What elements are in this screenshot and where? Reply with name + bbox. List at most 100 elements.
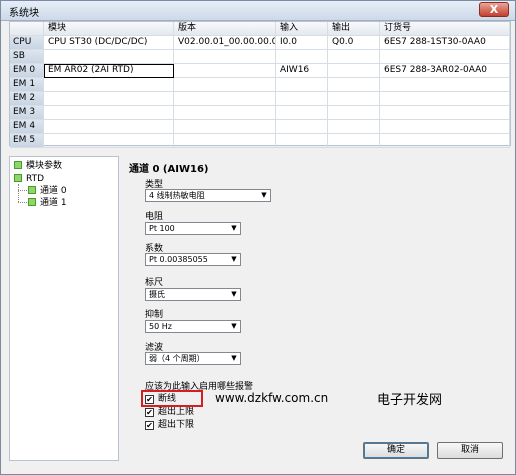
table-cell[interactable]	[328, 106, 380, 120]
table-cell[interactable]: AIW16	[276, 64, 328, 78]
chevron-down-icon: ▼	[231, 290, 237, 298]
rtd-icon	[14, 174, 22, 182]
scale-select[interactable]: 摄氏 ▼	[145, 288, 241, 301]
channel-icon	[28, 198, 36, 206]
table-cell[interactable]	[276, 134, 328, 148]
checkbox-check-icon: ✔	[145, 408, 154, 417]
module-table: 模块 版本 输入 输出 订货号 CPU CPU ST30 (DC/DC/DC) V02.00.…	[9, 21, 511, 148]
window-title: 系统块	[9, 8, 39, 19]
table-row[interactable]: EM 1	[10, 78, 510, 92]
rejection-label: 抑制	[145, 310, 164, 320]
scale-label: 标尺	[145, 278, 164, 288]
slot-label: EM 0	[10, 64, 44, 78]
table-cell[interactable]	[276, 120, 328, 134]
rejection-select[interactable]: 50 Hz ▼	[145, 320, 241, 333]
tree-item-channel-0[interactable]: 通道 0	[28, 185, 67, 197]
table-header-row: 模块 版本 输入 输出 订货号	[10, 22, 510, 36]
table-cell[interactable]	[276, 106, 328, 120]
tree-connector	[18, 202, 27, 203]
table-cell[interactable]	[328, 64, 380, 78]
table-cell[interactable]	[44, 50, 174, 64]
tree-connector	[18, 190, 27, 191]
resistor-select[interactable]: Pt 100 ▼	[145, 222, 241, 235]
chevron-down-icon: ▼	[261, 191, 267, 199]
table-cell[interactable]	[380, 120, 510, 134]
column-header[interactable]: 输出	[328, 22, 380, 36]
slot-label: EM 4	[10, 120, 44, 134]
parameter-tree: 模块参数 RTD 通道 0 通道 1	[9, 156, 119, 461]
column-header[interactable]: 订货号	[380, 22, 510, 36]
table-cell[interactable]	[174, 134, 276, 148]
table-cell[interactable]	[174, 64, 276, 78]
table-cell[interactable]	[276, 78, 328, 92]
type-select[interactable]: 4 线制热敏电阻 ▼	[145, 189, 271, 202]
filter-select[interactable]: 弱（4 个周期） ▼	[145, 352, 241, 365]
table-cell[interactable]: CPU ST30 (DC/DC/DC)	[44, 36, 174, 50]
highlight-frame	[141, 390, 203, 407]
table-cell[interactable]	[380, 50, 510, 64]
column-header[interactable]: 输入	[276, 22, 328, 36]
table-cell[interactable]: 6ES7 288-3AR02-0AA0	[380, 64, 510, 78]
column-header[interactable]: 模块	[44, 22, 174, 36]
ok-button[interactable]: 确定	[363, 442, 429, 459]
table-cell[interactable]: Q0.0	[328, 36, 380, 50]
table-row[interactable]: EM 4	[10, 120, 510, 134]
slot-label: EM 5	[10, 134, 44, 148]
table-row[interactable]: CPU CPU ST30 (DC/DC/DC) V02.00.01_00.00.00…	[10, 36, 510, 50]
table-cell[interactable]	[174, 92, 276, 106]
tree-item-module-params[interactable]: 模块参数	[14, 160, 62, 172]
table-cell[interactable]	[328, 50, 380, 64]
slot-label: EM 1	[10, 78, 44, 92]
module-icon	[14, 161, 22, 169]
table-cell[interactable]	[276, 50, 328, 64]
channel-settings-panel: 通道 0 (AIW16) 类型 4 线制热敏电阻 ▼ 电阻 Pt 100 ▼ 系数 …	[121, 156, 511, 461]
table-cell[interactable]	[276, 92, 328, 106]
system-block-window: 系统块 X 模块 版本 输入 输出 订货号 CPU CPU ST30 (DC/DC/DC) V…	[0, 0, 516, 475]
checkbox-check-icon: ✔	[145, 421, 154, 430]
table-cell[interactable]: EM AR02 (2AI RTD)	[44, 64, 174, 78]
table-cell[interactable]	[44, 134, 174, 148]
table-cell[interactable]	[328, 92, 380, 106]
table-cell[interactable]: 6ES7 288-1ST30-0AA0	[380, 36, 510, 50]
table-cell[interactable]	[380, 78, 510, 92]
tree-connector	[18, 184, 19, 202]
table-row[interactable]: EM 5	[10, 134, 510, 148]
column-header[interactable]	[10, 22, 44, 36]
chevron-down-icon: ▼	[231, 224, 237, 232]
table-cell[interactable]	[380, 92, 510, 106]
title-bar: 系统块 X	[1, 1, 515, 21]
table-row[interactable]: EM 2	[10, 92, 510, 106]
slot-label: EM 2	[10, 92, 44, 106]
column-header[interactable]: 版本	[174, 22, 276, 36]
table-cell[interactable]	[328, 78, 380, 92]
table-cell[interactable]	[328, 134, 380, 148]
table-cell[interactable]	[44, 106, 174, 120]
close-button[interactable]: X	[479, 2, 509, 17]
table-row[interactable]: EM 0 EM AR02 (2AI RTD) AIW16 6ES7 288-3AR02…	[10, 64, 510, 78]
table-cell[interactable]	[328, 120, 380, 134]
cancel-button[interactable]: 取消	[437, 442, 503, 459]
table-cell[interactable]	[380, 106, 510, 120]
alarm-upper-limit-checkbox[interactable]: ✔ 超出上限	[145, 406, 194, 418]
watermark-site-name: 电子开发网	[377, 393, 443, 408]
table-cell[interactable]	[174, 50, 276, 64]
slot-label: SB	[10, 50, 44, 64]
alarm-lower-limit-checkbox[interactable]: ✔ 超出下限	[145, 419, 194, 431]
resistor-label: 电阻	[145, 212, 164, 222]
table-row[interactable]: SB	[10, 50, 510, 64]
channel-title: 通道 0 (AIW16)	[129, 164, 209, 175]
tree-item-channel-1[interactable]: 通道 1	[28, 197, 67, 209]
table-cell[interactable]	[174, 106, 276, 120]
chevron-down-icon: ▼	[231, 354, 237, 362]
table-cell[interactable]	[380, 134, 510, 148]
chevron-down-icon: ▼	[231, 322, 237, 330]
table-cell[interactable]	[174, 78, 276, 92]
coefficient-select[interactable]: Pt 0.00385055 ▼	[145, 253, 241, 266]
table-row[interactable]: EM 3	[10, 106, 510, 120]
table-cell[interactable]: I0.0	[276, 36, 328, 50]
table-cell[interactable]	[44, 78, 174, 92]
table-cell[interactable]	[44, 120, 174, 134]
table-cell[interactable]: V02.00.01_00.00.00.00	[174, 36, 276, 50]
table-cell[interactable]	[174, 120, 276, 134]
table-cell[interactable]	[44, 92, 174, 106]
